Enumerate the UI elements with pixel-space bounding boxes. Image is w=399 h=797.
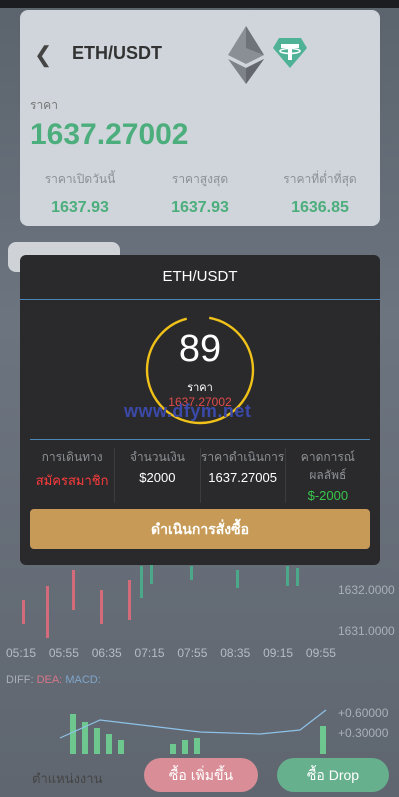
x-axis-label: 08:35	[220, 646, 251, 660]
candle	[22, 600, 25, 624]
x-axis-label: 05:55	[48, 646, 79, 660]
x-axis-labels: 05:15 05:55 06:35 07:15 07:55 08:35 09:1…	[6, 646, 336, 660]
high-price-value: 1637.93	[171, 199, 229, 216]
open-price-stat: ราคาเปิดวันนี้ 1637.93	[20, 170, 140, 217]
x-axis-label: 09:55	[305, 646, 336, 660]
open-price-label: ราคาเปิดวันนี้	[44, 172, 116, 186]
expected-result-col: คาดการณ์ ผลลัพธ์ $-2000	[286, 448, 370, 503]
amount-label: จำนวนเงิน	[129, 450, 185, 464]
exec-price-label: ราคาดำเนินการ	[200, 450, 285, 464]
candle	[296, 568, 299, 586]
high-price-label: ราคาสูงสุด	[171, 172, 229, 186]
order-modal: ETH/USDT 89 ราคา 1637.27002 www.dfym.net…	[20, 255, 380, 565]
ticker-card: ❮ ETH/USDT ราคา 1637.27002 ราคาเปิดวันนี…	[20, 10, 380, 226]
macd-histogram	[59, 709, 327, 754]
low-price-label: ราคาที่ต่ำที่สุด	[283, 172, 357, 186]
watermark: www.dfym.net	[124, 401, 252, 421]
direction-col: การเดินทาง สมัครสมาชิก	[30, 448, 116, 503]
back-arrow-icon[interactable]: ❮	[34, 42, 52, 68]
diff-label: DIFF:	[6, 674, 34, 686]
macd-axis-label: +0.60000	[338, 706, 389, 720]
candle	[150, 562, 153, 584]
order-info: การเดินทาง สมัครสมาชิก จำนวนเงิน $2000 ร…	[30, 448, 370, 503]
candle	[236, 570, 239, 588]
current-price: 1637.27002	[30, 118, 189, 151]
price-label: ราคา	[30, 98, 58, 112]
candlestick-chart	[22, 562, 299, 638]
x-axis-label: 07:15	[134, 646, 165, 660]
direction-label: การเดินทาง	[41, 450, 103, 464]
direction-value: สมัครสมาชิก	[35, 473, 109, 488]
candles	[22, 562, 299, 638]
modal-price-label: ราคา	[187, 382, 213, 394]
amount-col: จำนวนเงิน $2000	[115, 448, 201, 503]
candle	[46, 586, 49, 638]
bottom-action-bar: ตำแหน่งงาน ซื้อ เพิ่มขึ้น ซื้อ Drop	[0, 752, 399, 797]
status-bar	[0, 0, 399, 8]
x-axis-label: 09:15	[263, 646, 294, 660]
price-stats: ราคาเปิดวันนี้ 1637.93 ราคาสูงสุด 1637.9…	[20, 170, 380, 217]
open-price-value: 1637.93	[51, 199, 109, 216]
macd-legend: DIFF: DEA: MACD:	[6, 674, 101, 686]
buy-down-button[interactable]: ซื้อ Drop	[277, 758, 389, 792]
modal-title: ETH/USDT	[20, 255, 380, 300]
amount-value: $2000	[139, 470, 176, 485]
low-price-stat: ราคาที่ต่ำที่สุด 1636.85	[260, 170, 380, 217]
candle	[100, 590, 103, 624]
macd-axis-label: +0.30000	[338, 726, 389, 740]
buy-up-button[interactable]: ซื้อ เพิ่มขึ้น	[144, 758, 258, 792]
y-axis-label: 1632.0000	[338, 583, 395, 597]
x-axis-label: 06:35	[91, 646, 122, 660]
tether-icon	[273, 38, 307, 68]
divider	[30, 439, 370, 440]
low-price-value: 1636.85	[291, 199, 349, 216]
pair-title: ETH/USDT	[72, 43, 162, 63]
candle	[140, 566, 143, 598]
candle	[190, 566, 193, 580]
expected-result-value: $-2000	[307, 488, 349, 503]
high-price-stat: ราคาสูงสุด 1637.93	[140, 170, 260, 217]
positions-button[interactable]: ตำแหน่งงาน	[32, 768, 102, 789]
candle	[286, 566, 289, 586]
submit-order-button[interactable]: ดำเนินการสั่งซื้อ	[30, 509, 370, 549]
exec-price-value: 1637.27005	[208, 470, 277, 485]
x-axis-label: 05:15	[6, 646, 37, 660]
candle	[128, 580, 131, 620]
expected-result-label: คาดการณ์ ผลลัพธ์	[300, 450, 355, 482]
y-axis-label: 1631.0000	[338, 624, 395, 638]
macd-label: MACD:	[65, 674, 101, 686]
candle	[72, 570, 75, 610]
x-axis-label: 07:55	[177, 646, 208, 660]
exec-price-col: ราคาดำเนินการ 1637.27005	[201, 448, 286, 503]
countdown-value: 89	[178, 328, 222, 370]
ethereum-icon	[228, 26, 264, 84]
dea-label: DEA:	[36, 674, 63, 686]
